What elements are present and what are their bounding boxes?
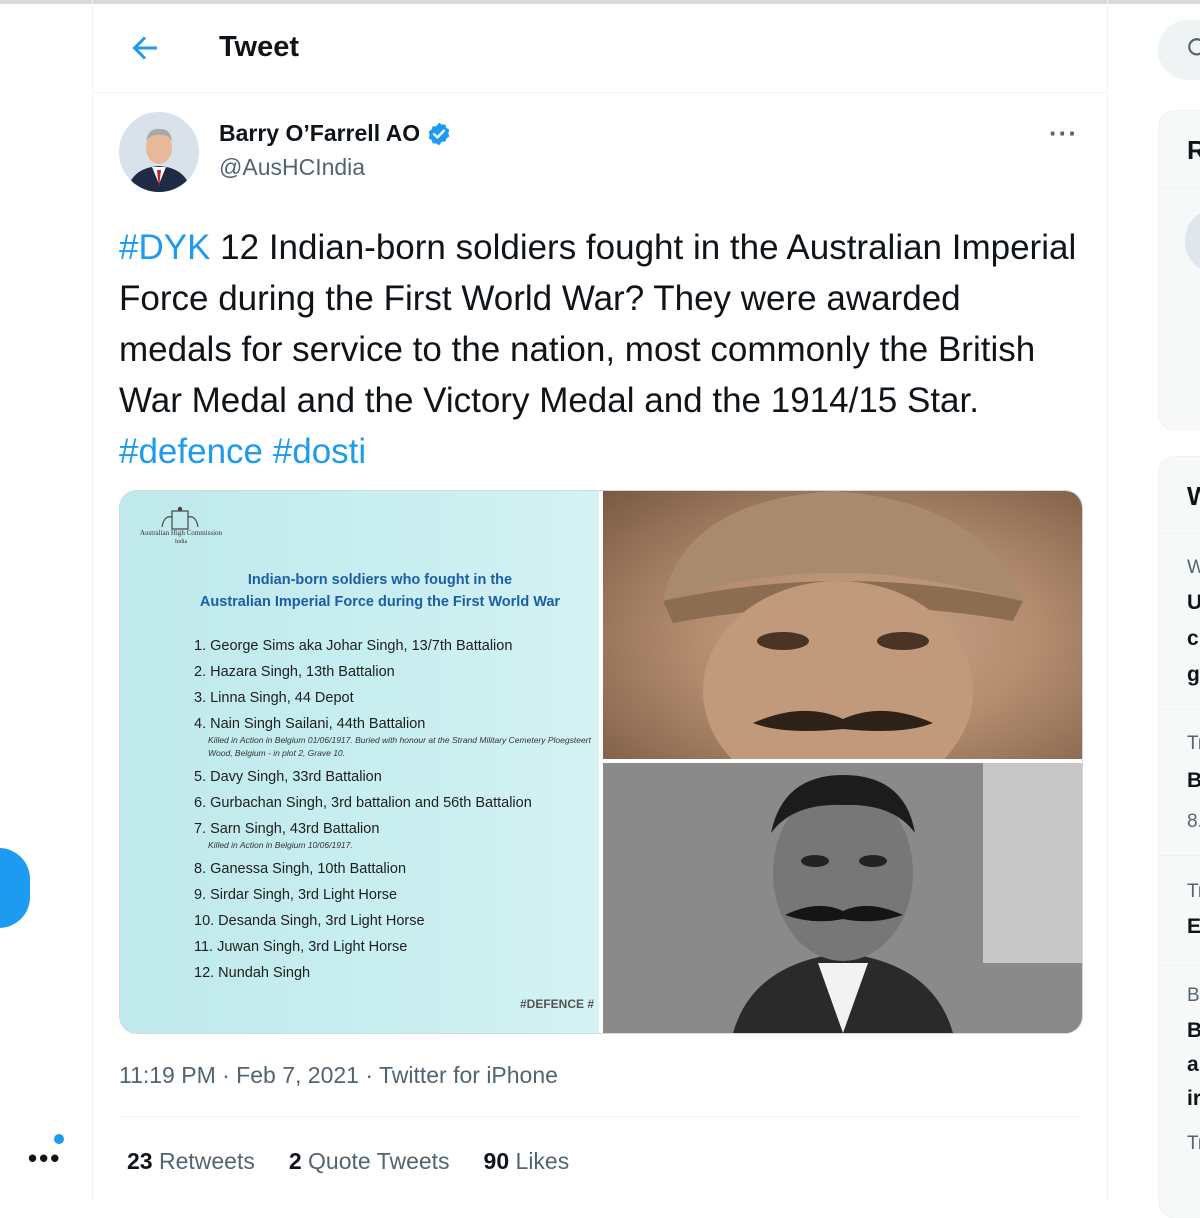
trend-meta: Tr: [1187, 881, 1200, 902]
trend-title[interactable]: g: [1187, 663, 1200, 687]
likes-label: Likes: [515, 1148, 570, 1174]
card-title: W: [1187, 481, 1200, 512]
list-item: 3. Linna Singh, 44 Depot: [194, 690, 354, 706]
trend-meta: W: [1187, 557, 1200, 579]
relevant-people-card: R: [1158, 110, 1200, 430]
list-item: 6. Gurbachan Singh, 3rd battalion and 56…: [194, 795, 532, 811]
sepia-portrait: [663, 491, 1023, 759]
page-title: Tweet: [219, 31, 300, 63]
quote-tweets-stat[interactable]: 2 Quote Tweets: [289, 1148, 450, 1175]
sepia-portrait-image[interactable]: [603, 491, 1082, 759]
retweets-count: 23: [127, 1148, 153, 1174]
list-item: 10. Desanda Singh, 3rd Light Horse: [194, 913, 425, 929]
back-arrow-icon[interactable]: [127, 30, 163, 66]
likes-stat[interactable]: 90 Likes: [484, 1148, 570, 1175]
trend-title[interactable]: B: [1187, 1019, 1200, 1043]
hashtag-link[interactable]: #dosti: [273, 432, 366, 471]
crest-label: Australian High Commission: [139, 529, 223, 537]
author-row: Barry O’Farrell AO: [219, 120, 452, 147]
likes-count: 90: [483, 1148, 510, 1174]
whats-happening-card: W W U c g Tr B 8. Tr E B B a ir Tr: [1158, 456, 1200, 1218]
infographic-title-line: Australian Imperial Force during the Fir…: [199, 594, 561, 610]
hashtag-link[interactable]: #DYK: [119, 228, 210, 267]
infographic-title: Indian-born soldiers who fought in the A…: [160, 569, 600, 613]
trend-meta: Tr: [1187, 733, 1200, 754]
infographic-hashtag: #DEFENCE #: [520, 997, 595, 1011]
tweet-text: #DYK 12 Indian-born soldiers fought in t…: [119, 222, 1079, 477]
bw-portrait-image[interactable]: [603, 763, 1082, 1033]
quotes-label: Quote Tweets: [308, 1148, 450, 1174]
hashtag-link[interactable]: #defence: [119, 432, 263, 471]
list-item: 5. Davy Singh, 33rd Battalion: [194, 769, 382, 785]
divider: [1159, 187, 1200, 188]
info-graphic-image[interactable]: Australian High Commission India Indian-…: [120, 491, 599, 1033]
verified-icon: [428, 122, 450, 145]
list-note: Killed in Action in Belgium 01/06/1917. …: [208, 735, 591, 758]
quotes-count: 2: [288, 1148, 302, 1174]
tweet-body: 12 Indian-born soldiers fought in the Au…: [119, 228, 1077, 420]
divider: [1159, 855, 1200, 856]
list-item: 2. Hazara Singh, 13th Battalion: [194, 664, 395, 680]
trend-title[interactable]: ir: [1187, 1087, 1200, 1111]
retweets-label: Retweets: [158, 1148, 255, 1174]
tweet-media[interactable]: Australian High Commission India Indian-…: [119, 490, 1083, 1034]
list-note: Killed in Action in Belgium 10/06/1917.: [208, 840, 353, 850]
divider: [1159, 709, 1200, 710]
divider: [119, 1116, 1081, 1117]
divider: [1159, 965, 1200, 966]
tweet-timestamp[interactable]: 11:19 PM · Feb 7, 2021 · Twitter for iPh…: [119, 1062, 558, 1089]
notification-dot: [54, 1134, 64, 1144]
trend-title[interactable]: c: [1187, 627, 1199, 651]
avatar[interactable]: [119, 112, 199, 192]
bw-portrait: [603, 763, 1082, 1033]
list-item: 8. Ganessa Singh, 10th Battalion: [194, 861, 407, 877]
main-column: Tweet Barry O’Farrell AO @AusHCIndia ···…: [92, 0, 1108, 1200]
trend-title[interactable]: a: [1187, 1053, 1199, 1077]
divider: [1159, 533, 1200, 534]
trend-title[interactable]: B: [1187, 769, 1200, 793]
retweets-stat[interactable]: 23 Retweets: [127, 1148, 255, 1175]
avatar-portrait: [119, 112, 199, 192]
trend-count: 8.: [1187, 811, 1200, 832]
search-icon: [1188, 38, 1200, 56]
list-item: 9. Sirdar Singh, 3rd Light Horse: [194, 887, 398, 903]
infographic-title-line: Indian-born soldiers who fought in the: [247, 572, 513, 588]
soldier-list: 1. George Sims aka Johar Singh, 13/7th B…: [194, 633, 604, 986]
avatar[interactable]: [1185, 211, 1200, 271]
trend-title[interactable]: U: [1187, 591, 1200, 615]
more-icon[interactable]: •••: [28, 1145, 61, 1171]
author-handle[interactable]: @AusHCIndia: [219, 154, 365, 181]
crest-sublabel: India: [174, 539, 188, 545]
compose-tweet-button[interactable]: [0, 848, 30, 928]
list-item: 11. Juwan Singh, 3rd Light Horse: [194, 939, 408, 955]
trend-title[interactable]: E: [1187, 915, 1200, 939]
page-header: Tweet: [93, 4, 1107, 93]
list-item: 1. George Sims aka Johar Singh, 13/7th B…: [194, 638, 513, 654]
more-icon[interactable]: ···: [1049, 118, 1078, 149]
card-title: R: [1187, 135, 1200, 166]
trend-meta: Tr: [1187, 1133, 1200, 1154]
tweet-stats: 23 Retweets 2 Quote Tweets 90 Likes: [127, 1148, 603, 1175]
trend-meta: B: [1187, 985, 1200, 1006]
list-item: 12. Nundah Singh: [194, 965, 311, 981]
search-input[interactable]: [1158, 20, 1200, 80]
author-name[interactable]: Barry O’Farrell AO: [219, 120, 420, 147]
